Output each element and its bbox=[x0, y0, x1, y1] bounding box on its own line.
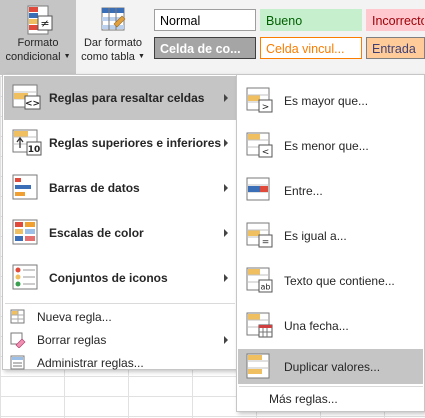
menu-separator bbox=[239, 386, 423, 387]
cell-style-normal[interactable]: Normal bbox=[154, 9, 256, 31]
menu-item-nueva-regla[interactable]: Nueva regla... bbox=[4, 306, 236, 328]
submenu-item-label: Es mayor que... bbox=[284, 94, 369, 108]
submenu-arrow-icon bbox=[224, 94, 228, 102]
chevron-down-icon: ▼ bbox=[63, 53, 71, 61]
submenu-item-texto-contiene[interactable]: ab Texto que contiene... bbox=[238, 259, 423, 303]
cell-style-celda-comprobacion[interactable]: Celda de co... bbox=[154, 37, 256, 59]
svg-text:≠: ≠ bbox=[40, 17, 49, 30]
submenu-arrow-icon bbox=[224, 229, 228, 237]
menu-item-label: Reglas para resaltar celdas bbox=[49, 91, 205, 105]
menu-item-borrar-reglas[interactable]: Borrar reglas bbox=[4, 329, 236, 351]
submenu-item-label: Una fecha... bbox=[284, 319, 349, 333]
submenu-arrow-icon bbox=[224, 336, 228, 344]
duplicate-values-icon bbox=[245, 352, 277, 382]
menu-item-label: Escalas de color bbox=[49, 226, 144, 240]
submenu-item-label: Duplicar valores... bbox=[284, 359, 381, 374]
text-contains-icon: ab bbox=[245, 266, 277, 296]
new-rule-icon bbox=[10, 309, 26, 325]
submenu-item-duplicar-valores[interactable]: Duplicar valores... bbox=[238, 349, 423, 384]
top-bottom-rules-icon: 10 bbox=[11, 128, 43, 158]
cell-style-bueno[interactable]: Bueno bbox=[260, 9, 362, 31]
less-than-icon: < bbox=[245, 131, 277, 161]
date-occurring-icon bbox=[245, 311, 277, 341]
submenu-arrow-icon bbox=[224, 139, 228, 147]
menu-item-label: Nueva regla... bbox=[37, 310, 112, 324]
ribbon: ≠ Formato condicional ▼ Dar formato como… bbox=[0, 0, 425, 75]
submenu-item-menor-que[interactable]: < Es menor que... bbox=[238, 124, 423, 168]
formato-condicional-line2: condicional bbox=[5, 51, 61, 63]
submenu-item-mayor-que[interactable]: > Es mayor que... bbox=[238, 79, 423, 123]
conditional-formatting-icon: ≠ bbox=[21, 4, 55, 36]
equal-to-icon: = bbox=[245, 221, 277, 251]
menu-item-escalas-color[interactable]: Escalas de color bbox=[4, 211, 236, 255]
submenu-item-igual-a[interactable]: = Es igual a... bbox=[238, 214, 423, 258]
conditional-formatting-menu: <> Reglas para resaltar celdas 10 Reglas… bbox=[2, 74, 238, 370]
submenu-arrow-icon bbox=[224, 184, 228, 192]
data-bars-icon bbox=[11, 173, 43, 203]
format-as-table-icon bbox=[96, 4, 130, 36]
submenu-item-mas-reglas[interactable]: Más reglas... bbox=[238, 388, 423, 410]
menu-item-conjuntos-iconos[interactable]: Conjuntos de iconos bbox=[4, 256, 236, 300]
svg-text:=: = bbox=[262, 238, 270, 248]
cell-style-celda-vinculada[interactable]: Celda vincul... bbox=[260, 37, 362, 59]
submenu-item-label: Texto que contiene... bbox=[284, 274, 395, 288]
menu-item-barras-datos[interactable]: Barras de datos bbox=[4, 166, 236, 210]
menu-item-label: Administrar reglas... bbox=[37, 356, 144, 370]
chevron-down-icon: ▼ bbox=[137, 53, 145, 61]
highlight-rules-icon: <> bbox=[11, 83, 43, 113]
submenu-item-label: Más reglas... bbox=[269, 392, 338, 406]
svg-text:>: > bbox=[262, 103, 270, 113]
svg-text:ab: ab bbox=[261, 283, 271, 292]
submenu-arrow-icon bbox=[224, 274, 228, 282]
submenu-item-entre[interactable]: Entre... bbox=[238, 169, 423, 213]
dar-formato-tabla-line1: Dar formato bbox=[83, 37, 143, 49]
dar-formato-tabla-line2: como tabla bbox=[81, 51, 135, 63]
color-scales-icon bbox=[11, 218, 43, 248]
clear-rules-icon bbox=[10, 332, 26, 349]
cell-style-incorrecto[interactable]: Incorrecto bbox=[366, 9, 425, 31]
menu-item-reglas-superiores[interactable]: 10 Reglas superiores e inferiores bbox=[4, 121, 236, 165]
formato-condicional-line1: Formato bbox=[17, 37, 59, 49]
cell-style-entrada[interactable]: Entrada bbox=[366, 37, 425, 59]
menu-item-label: Conjuntos de iconos bbox=[49, 271, 168, 285]
menu-item-reglas-resaltar[interactable]: <> Reglas para resaltar celdas bbox=[4, 76, 236, 120]
highlight-rules-submenu: > Es mayor que... < Es menor que... Entr… bbox=[236, 74, 425, 412]
menu-item-label: Borrar reglas bbox=[37, 333, 107, 347]
submenu-item-una-fecha[interactable]: Una fecha... bbox=[238, 304, 423, 348]
menu-item-label: Reglas superiores e inferiores bbox=[49, 136, 222, 150]
greater-than-icon: > bbox=[245, 86, 277, 116]
formato-condicional-button[interactable]: ≠ Formato condicional ▼ bbox=[0, 0, 76, 75]
submenu-item-label: Entre... bbox=[284, 184, 323, 198]
submenu-item-label: Es igual a... bbox=[284, 229, 347, 243]
between-icon bbox=[245, 176, 277, 206]
menu-item-administrar-reglas[interactable]: Administrar reglas... bbox=[4, 352, 236, 374]
svg-text:10: 10 bbox=[28, 145, 41, 155]
dar-formato-tabla-button[interactable]: Dar formato como tabla ▼ bbox=[77, 0, 149, 75]
svg-text:<>: <> bbox=[25, 99, 40, 109]
svg-text:<: < bbox=[262, 148, 270, 158]
manage-rules-icon bbox=[10, 355, 26, 371]
icon-sets-icon bbox=[11, 263, 43, 293]
menu-item-label: Barras de datos bbox=[49, 181, 140, 195]
submenu-item-label: Es menor que... bbox=[284, 139, 369, 153]
menu-separator bbox=[5, 303, 235, 304]
